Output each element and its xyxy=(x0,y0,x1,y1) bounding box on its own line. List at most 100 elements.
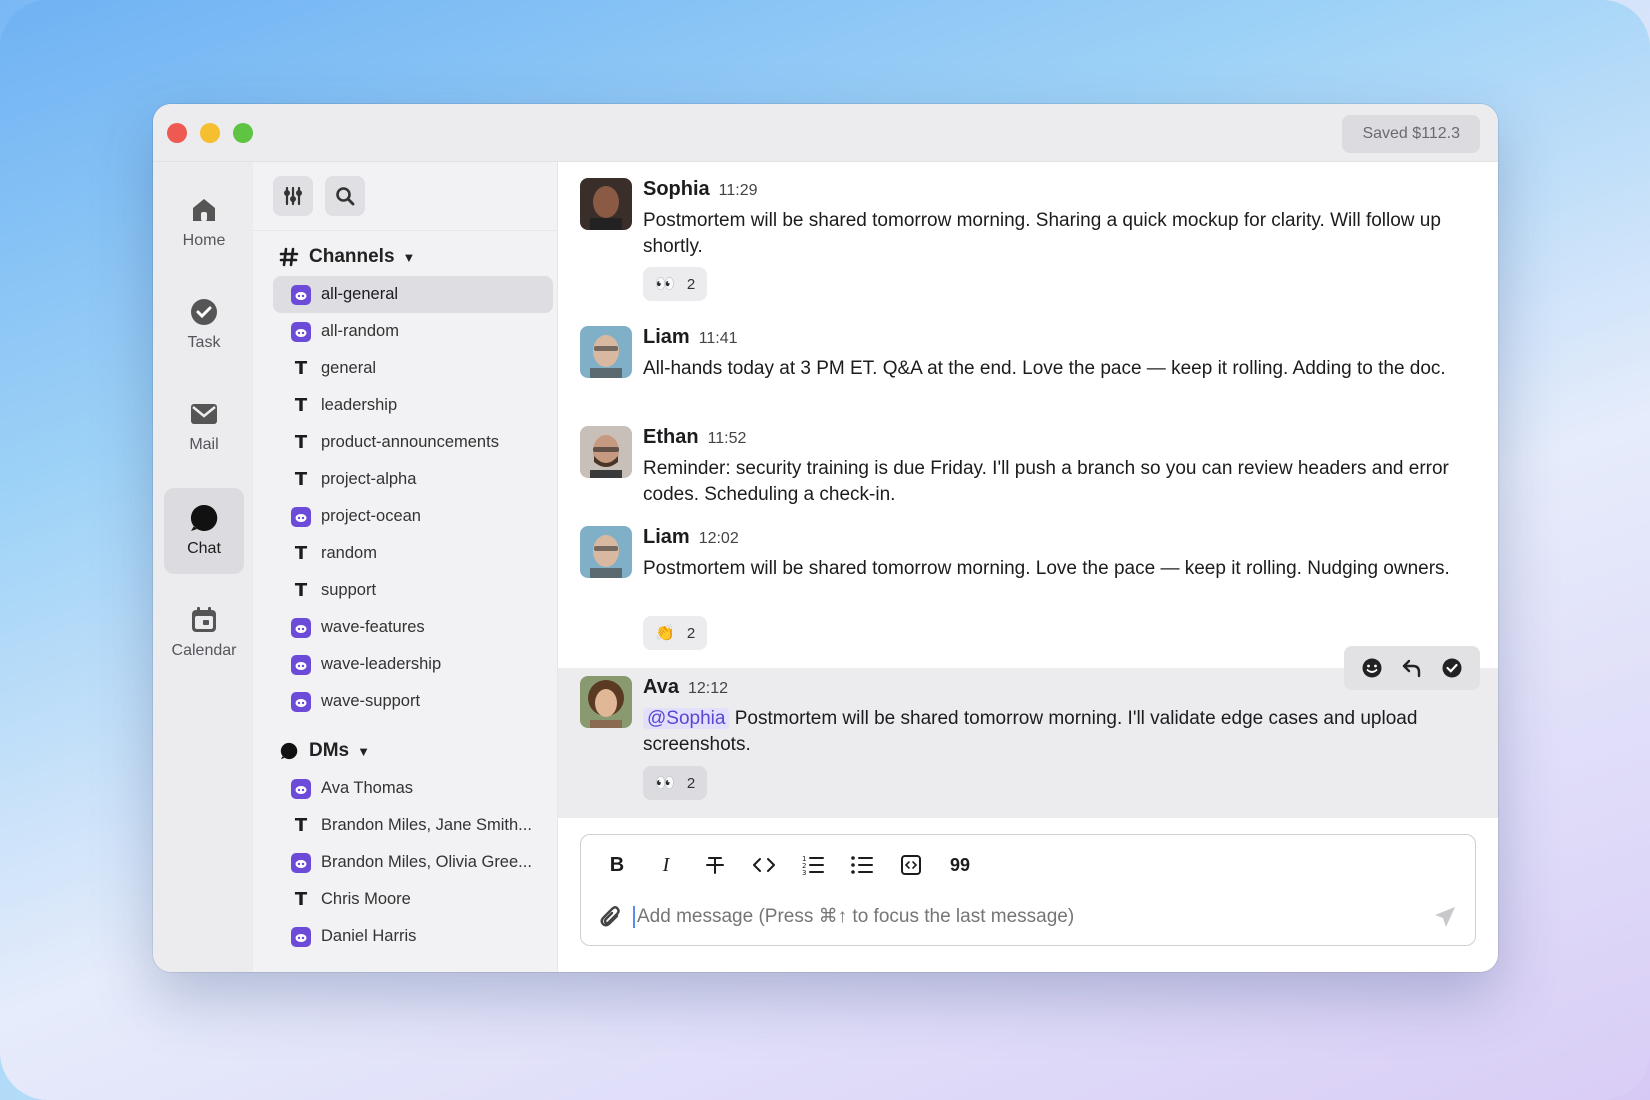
calendar-icon xyxy=(192,607,216,632)
maximize-window-button[interactable] xyxy=(233,123,253,143)
message-author[interactable]: Ethan xyxy=(643,426,699,449)
sidebar-toolbar xyxy=(273,176,373,216)
rail-label: Home xyxy=(182,232,226,249)
dm-item[interactable]: T Brandon Miles, Jane Smith... xyxy=(273,807,553,844)
message-author[interactable]: Liam xyxy=(643,326,690,349)
channel-item[interactable]: Tleadership xyxy=(273,387,553,424)
reaction-chip[interactable]: 👀 2 xyxy=(643,267,708,301)
channel-item[interactable]: all-random xyxy=(273,313,553,350)
strikethrough-button[interactable] xyxy=(697,851,733,879)
avatar[interactable] xyxy=(580,326,632,378)
emoji-icon[interactable] xyxy=(1361,657,1383,679)
message-author[interactable]: Sophia xyxy=(643,178,710,201)
filter-button[interactable] xyxy=(273,176,313,216)
bold-button[interactable]: B xyxy=(599,851,635,879)
ordered-list-button[interactable]: 123 xyxy=(795,851,831,879)
rail-item-task[interactable]: Task xyxy=(164,282,244,368)
channel-label: wave-features xyxy=(321,618,425,636)
rail-item-mail[interactable]: Mail xyxy=(164,384,244,470)
dm-item[interactable]: T Chris Moore xyxy=(273,881,553,918)
message-item[interactable]: Ethan 11:52 Reminder: security training … xyxy=(558,420,1498,512)
dm-item[interactable]: Brandon Miles, Olivia Gree... xyxy=(273,844,553,881)
rail-item-calendar[interactable]: Calendar xyxy=(164,590,244,676)
channel-item[interactable]: Trandom xyxy=(273,535,553,572)
dms-header-label: DMs xyxy=(309,740,350,761)
ordered-list-icon: 123 xyxy=(802,855,824,876)
reaction-chip[interactable]: 👀 2 xyxy=(643,766,708,800)
rail-label: Mail xyxy=(189,436,219,453)
channel-item[interactable]: Tproject-alpha xyxy=(273,461,553,498)
code-block-button[interactable] xyxy=(893,851,929,879)
message-author[interactable]: Ava xyxy=(643,676,679,699)
channels-header-label: Channels xyxy=(309,246,395,267)
message-actions xyxy=(1344,646,1480,690)
minimize-window-button[interactable] xyxy=(200,123,220,143)
dm-item[interactable]: Daniel Harris xyxy=(273,918,553,955)
avatar[interactable] xyxy=(580,178,632,230)
message-text: Postmortem will be shared tomorrow morni… xyxy=(643,558,1450,579)
text-channel-icon: T xyxy=(294,543,308,564)
dm-label: Brandon Miles, Olivia Gree... xyxy=(321,853,532,871)
code-button[interactable] xyxy=(746,851,782,879)
message-input[interactable] xyxy=(633,906,1433,928)
text-channel-icon: T xyxy=(294,469,308,490)
message-item[interactable]: Sophia 11:29 Postmortem will be shared t… xyxy=(558,172,1498,312)
dm-item[interactable]: Ava Thomas xyxy=(273,770,553,807)
bullet-list-icon xyxy=(851,856,873,874)
italic-button[interactable]: I xyxy=(648,851,684,879)
rail-item-home[interactable]: Home xyxy=(164,180,244,266)
channels-section-header[interactable]: Channels ▼ xyxy=(279,244,415,270)
reaction-chip[interactable]: 👏 2 xyxy=(643,616,708,650)
channel-item[interactable]: wave-support xyxy=(273,683,553,720)
channel-label: random xyxy=(321,544,377,562)
saved-badge[interactable]: Saved $112.3 xyxy=(1342,115,1480,153)
channel-item[interactable]: project-ocean xyxy=(273,498,553,535)
message-item[interactable]: Liam 11:41 All-hands today at 3 PM ET. Q… xyxy=(558,320,1498,412)
filter-icon xyxy=(284,186,302,206)
bot-icon xyxy=(291,617,311,638)
dm-label: Chris Moore xyxy=(321,890,411,908)
text-channel-icon: T xyxy=(294,358,308,379)
paperclip-icon[interactable] xyxy=(599,905,623,929)
user-mention[interactable]: @Sophia xyxy=(643,708,730,729)
channel-item[interactable]: wave-leadership xyxy=(273,646,553,683)
search-button[interactable] xyxy=(325,176,366,216)
bullet-list-button[interactable] xyxy=(844,851,880,879)
avatar[interactable] xyxy=(580,676,632,728)
reply-icon[interactable] xyxy=(1401,657,1423,679)
channel-item[interactable]: wave-features xyxy=(273,609,553,646)
send-icon[interactable] xyxy=(1433,905,1457,929)
channel-label: all-general xyxy=(321,285,399,303)
message-time: 11:41 xyxy=(698,330,738,347)
check-circle-icon[interactable] xyxy=(1441,657,1463,679)
rail-item-chat[interactable]: Chat xyxy=(164,488,244,574)
dms-section-header[interactable]: DMs ▼ xyxy=(279,738,370,764)
message-author[interactable]: Liam xyxy=(643,526,690,549)
avatar[interactable] xyxy=(580,426,632,478)
dm-list: Ava Thomas T Brandon Miles, Jane Smith... B… xyxy=(273,770,553,955)
rail-label: Chat xyxy=(187,540,221,557)
sidebar-divider xyxy=(253,230,557,231)
rail-label: Task xyxy=(187,334,221,351)
channel-item[interactable]: Tgeneral xyxy=(273,350,553,387)
dm-label: Brandon Miles, Jane Smith... xyxy=(321,816,532,834)
check-circle-icon xyxy=(191,299,217,325)
quote-button[interactable]: 99 xyxy=(942,851,978,879)
channel-item[interactable]: all-general xyxy=(273,276,553,313)
svg-text:3: 3 xyxy=(802,869,806,876)
avatar[interactable] xyxy=(580,526,632,578)
code-icon xyxy=(753,858,775,872)
message-text: Reminder: security training is due Frida… xyxy=(643,458,1449,505)
bot-icon xyxy=(291,654,311,675)
message-item[interactable]: Ava 12:12 @Sophia Postmortem will be sha… xyxy=(558,646,1498,818)
close-window-button[interactable] xyxy=(167,123,187,143)
channel-label: leadership xyxy=(321,396,398,414)
channel-label: product-announcements xyxy=(321,433,499,451)
channel-item[interactable]: Tsupport xyxy=(273,572,553,609)
message-composer: B I 123 99 Add message (Press ⌘↑ to focu… xyxy=(580,834,1476,946)
reaction-count: 2 xyxy=(686,774,696,792)
bot-icon xyxy=(291,778,311,799)
channel-item[interactable]: Tproduct-announcements xyxy=(273,424,553,461)
text-channel-icon: T xyxy=(294,889,308,910)
message-time: 11:52 xyxy=(707,430,747,447)
